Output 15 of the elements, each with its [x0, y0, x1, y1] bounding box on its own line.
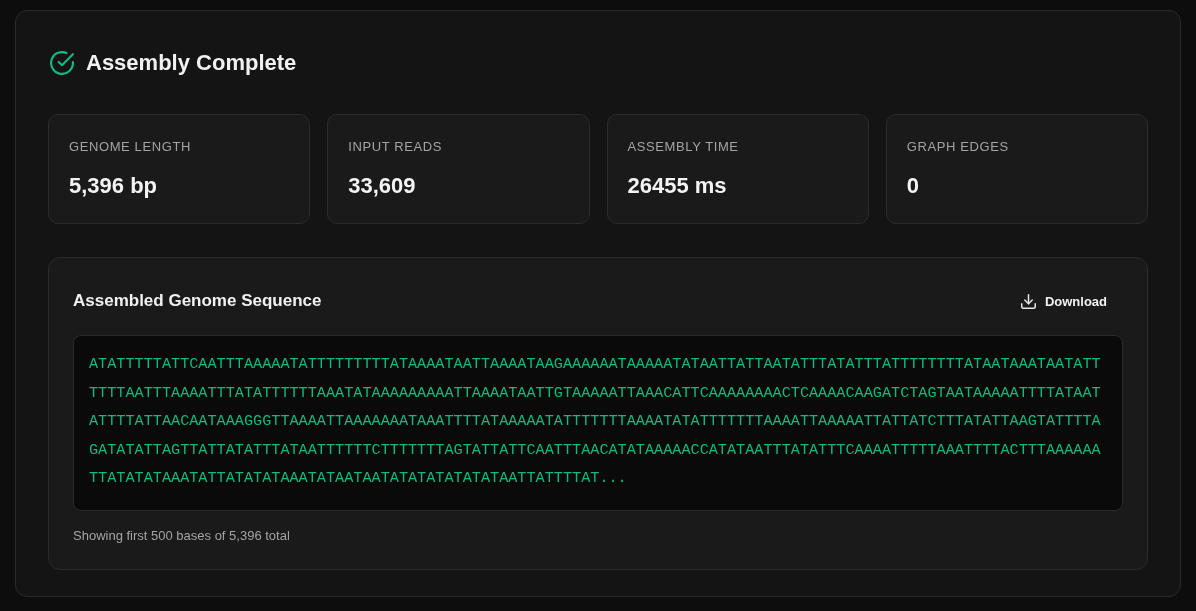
stat-label: INPUT READS [348, 138, 444, 156]
sequence-text: ATATTTTTATTCAATTTAAAAATATTTTTTTTTATAAAATAATTAAAATAAGAAAAAATAAAAATATAATTATTAATATTTATATTTATTTTTTTTATAATAAATAATATTTTTTAATTTAAAATTTATATTTTTTAAATATAAAAAAAAATTAAAATAATTGTAAAAATTAAACATTCAAAAAAAACTCAAAACAAGATCTAGTAATAAAAATTTTATAATATTTTATTAACAATAAAGGGTTAAAATTAAAAAAATAAATTTTATAAAAATATTTTTTTAAAATATATTTTTTTAAAATTAAAAATTATTATCTTTATATTAAGTATTTTAGATATATTAGTTATTATATTTATAATTTTTTCTTTTTTTAGTATTATTCAATTTAACATATAAAAACCATATAATTTATATTTCAAAATTTTTAAATTTTACTTTAAAAAATTATATATAAATATTATATATAAATATAATAATATATATATATATAATTATTTTAT... [73, 335, 1123, 511]
stat-label: GENOME LENGTH [69, 138, 192, 156]
check-circle-icon [50, 51, 74, 75]
download-icon [1020, 293, 1036, 309]
stat-label: GRAPH EDGES [906, 138, 1010, 156]
stat-value: 0 [906, 172, 920, 200]
download-button[interactable]: Download [1008, 285, 1123, 317]
stat-label: ASSEMBLY TIME [627, 138, 740, 156]
stat-value: 5,396 bp [69, 172, 159, 200]
stat-value: 26455 ms [627, 172, 728, 200]
page-title: Assembly Complete [86, 49, 297, 77]
panel-title: Assembled Genome Sequence [73, 291, 322, 311]
footnote-text: Showing first 500 bases of 5,396 total [73, 526, 291, 545]
stat-value: 33,609 [348, 172, 417, 200]
